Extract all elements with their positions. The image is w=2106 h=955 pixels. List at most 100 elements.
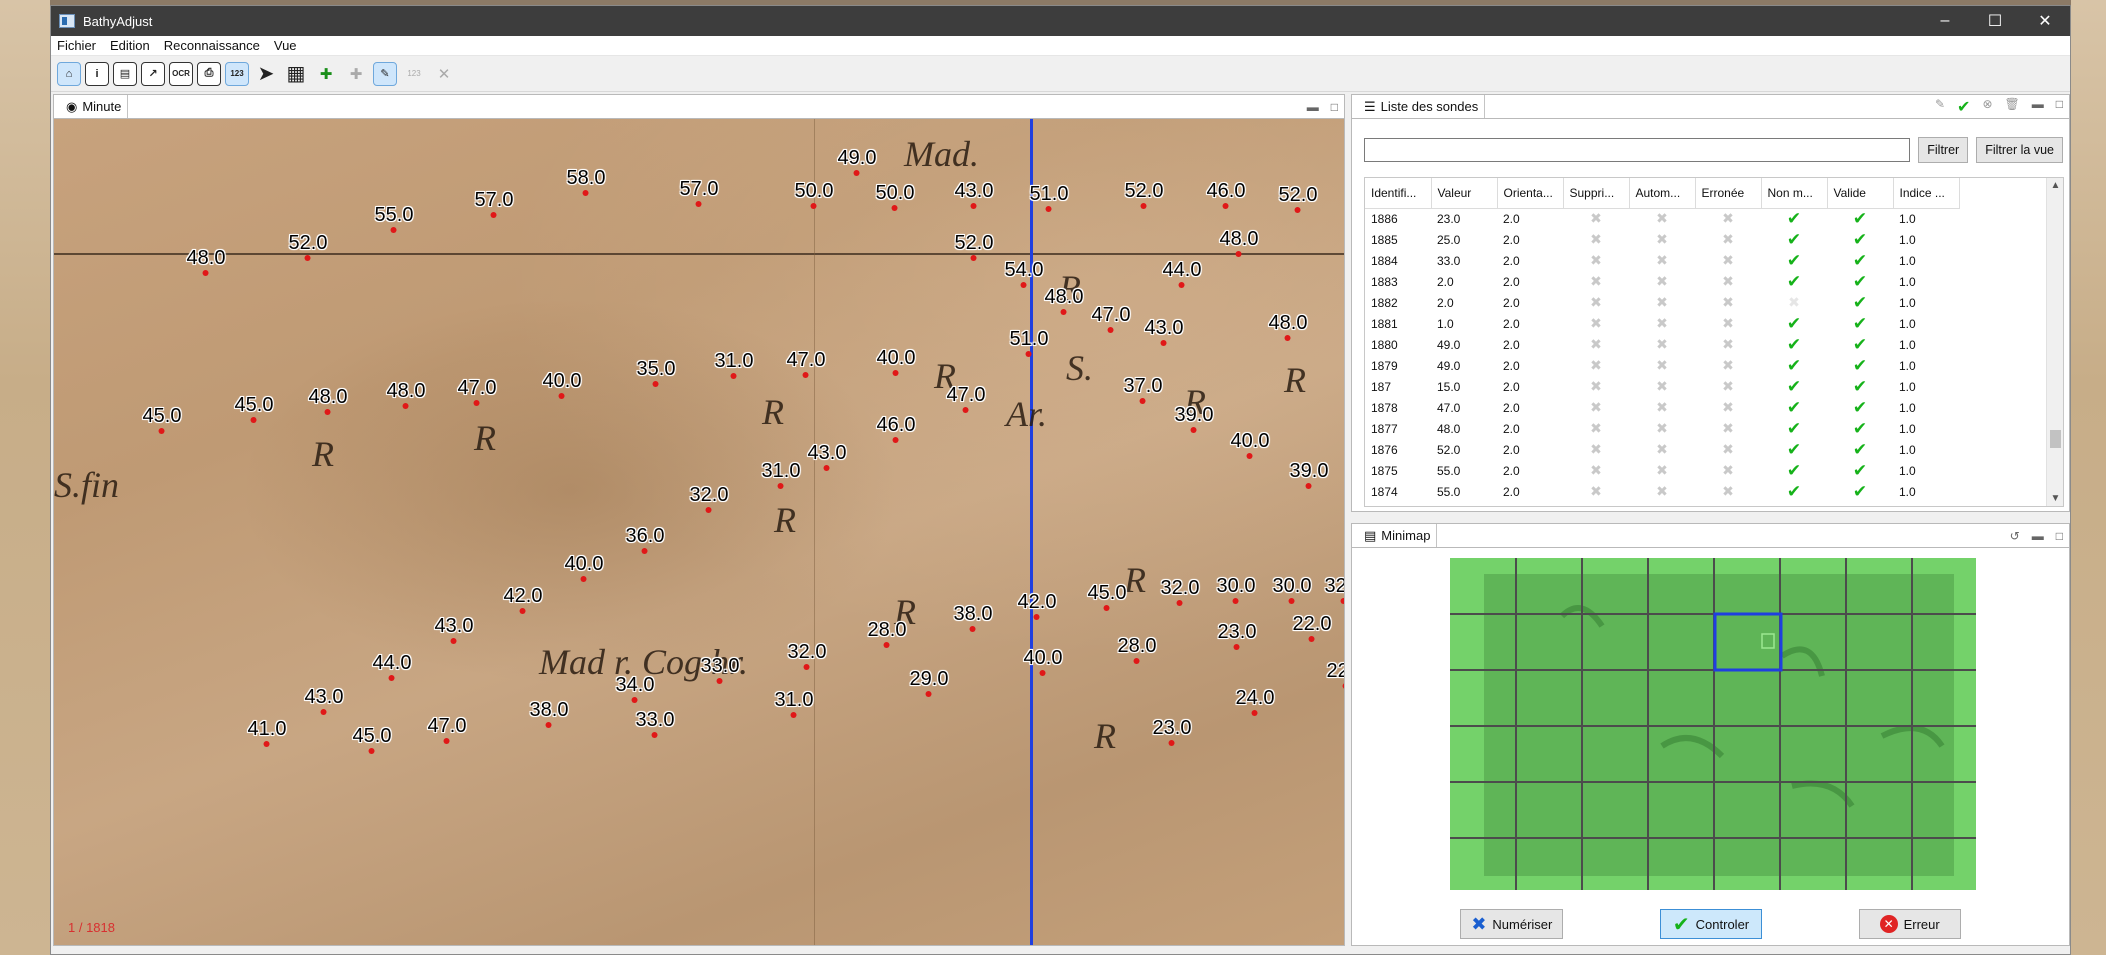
sounding-marker[interactable]: 39.0 [1175,405,1213,433]
sounding-marker[interactable]: 35.0 [637,359,675,387]
sounding-marker[interactable]: 45.0 [143,406,181,434]
sounding-marker[interactable]: 23.0 [1218,622,1256,650]
sounding-marker[interactable]: 32.0 [690,485,728,513]
maximize-button[interactable]: ☐ [1970,6,2020,36]
sounding-marker[interactable]: 42.0 [504,586,542,614]
column-header[interactable]: Valide [1827,178,1894,209]
sounding-marker[interactable]: 47.0 [1092,305,1130,333]
cancel-circle-icon[interactable]: ⊗ [1982,97,1992,117]
add-point-icon[interactable]: ✚ [313,61,339,87]
sounding-marker[interactable]: 31.0 [715,351,753,379]
sounding-marker[interactable]: 40.0 [543,371,581,399]
sounding-marker[interactable]: 23.0 [1153,718,1191,746]
table-row[interactable]: 1880 49.0 2.0 ✖ ✖ ✖ ✔ ✔ 1.0 [1365,334,1959,355]
column-header[interactable]: Autom... [1629,178,1696,209]
minimize-panel-icon[interactable]: ▬ [2032,97,2044,117]
sounding-marker[interactable]: 40.0 [1231,431,1269,459]
sounding-marker[interactable]: 51.0 [1010,329,1048,357]
rotate-icon[interactable]: ↺ [2010,529,2020,543]
export-icon[interactable]: ↗ [141,61,165,86]
control-button[interactable]: ✔ Controler [1660,909,1763,939]
sounding-marker[interactable]: 32.0 [788,642,826,670]
cancel-icon[interactable]: ✕ [431,61,457,87]
sounding-marker[interactable]: 47.0 [428,716,466,744]
tab-minimap[interactable]: ▤ Minimap [1358,524,1438,547]
sounding-marker[interactable]: 55.0 [375,205,413,233]
sounding-marker[interactable]: 43.0 [435,616,473,644]
info-icon[interactable]: i [85,61,109,86]
sounding-marker[interactable]: 40.0 [565,554,603,582]
trash-icon[interactable]: 🗑 [2005,97,2020,117]
column-header[interactable]: Non m... [1761,178,1828,209]
sounding-marker[interactable]: 39.0 [1290,461,1328,489]
sounding-marker[interactable]: 52.0 [1125,181,1163,209]
scroll-down-icon[interactable]: ▼ [2047,493,2063,504]
sounding-marker[interactable]: 44.0 [373,653,411,681]
sounding-marker[interactable]: 45.0 [1088,583,1126,611]
sounding-marker[interactable]: 42.0 [1018,592,1056,620]
table-row[interactable]: 187 15.0 2.0 ✖ ✖ ✖ ✔ ✔ 1.0 [1365,376,1959,397]
ocr-icon[interactable]: OCR [169,61,193,86]
sounding-marker[interactable]: 52.0 [289,233,327,261]
maximize-panel-icon[interactable]: □ [2056,529,2063,543]
remove-point-icon[interactable]: ✚ [343,61,369,87]
menu-fichier[interactable]: Fichier [57,38,96,53]
sounding-marker[interactable]: 31.0 [775,690,813,718]
home-icon[interactable]: ⌂ [57,61,81,86]
column-header[interactable]: Identifi... [1365,178,1432,209]
pencil-icon[interactable]: ✎ [1935,97,1945,117]
table-row[interactable]: 1879 49.0 2.0 ✖ ✖ ✖ ✔ ✔ 1.0 [1365,355,1959,376]
sounding-marker[interactable]: 45.0 [353,726,391,754]
close-button[interactable]: ✕ [2020,6,2070,36]
sounding-marker[interactable]: 57.0 [680,179,718,207]
sounding-marker[interactable]: 48.0 [187,248,225,276]
sounding-marker[interactable]: 29.0 [910,669,948,697]
sounding-marker[interactable]: 57.0 [475,190,513,218]
table-row[interactable]: 1881 1.0 2.0 ✖ ✖ ✖ ✔ ✔ 1.0 [1365,313,1959,334]
map-cursor-line[interactable] [1030,119,1033,945]
number-toggle-icon[interactable]: 123 [401,61,427,87]
filter-view-button[interactable]: Filtrer la vue [1976,137,2063,163]
table-row[interactable]: 1878 47.0 2.0 ✖ ✖ ✖ ✔ ✔ 1.0 [1365,397,1959,418]
sounding-marker[interactable]: 41.0 [248,719,286,747]
sounding-marker[interactable]: 33.0 [701,656,739,684]
sounding-marker[interactable]: 33.0 [636,710,674,738]
sounding-marker[interactable]: 48.0 [1045,287,1083,315]
map-icon[interactable]: ▤ [113,61,137,86]
error-button[interactable]: ✕ Erreur [1858,909,1961,939]
sounding-marker[interactable]: 54.0 [1005,260,1043,288]
maximize-panel-icon[interactable]: □ [2056,97,2063,117]
grid-icon[interactable]: ▦ [283,61,309,87]
table-row[interactable]: 187358.02.0 ✖ ✖ ✖ ✔ ✔ 1.0 [1365,502,1959,506]
table-row[interactable]: 1884 33.0 2.0 ✖ ✖ ✖ ✔ ✔ 1.0 [1365,250,1959,271]
menu-vue[interactable]: Vue [274,38,297,53]
menu-reconnaissance[interactable]: Reconnaissance [164,38,260,53]
table-row[interactable]: 1877 48.0 2.0 ✖ ✖ ✖ ✔ ✔ 1.0 [1365,418,1959,439]
sounding-marker[interactable]: 49.0 [838,148,876,176]
minimize-button[interactable]: – [1920,6,1970,36]
minimize-panel-icon[interactable]: ▬ [2032,529,2044,543]
column-header[interactable]: Suppri... [1563,178,1630,209]
table-row[interactable]: 1874 55.0 2.0 ✖ ✖ ✖ ✔ ✔ 1.0 [1365,481,1959,502]
sounding-marker[interactable]: 38.0 [954,604,992,632]
sounding-marker[interactable]: 58.0 [567,168,605,196]
sounding-marker[interactable]: 31.0 [762,461,800,489]
sounding-marker[interactable]: 32.0 [1161,578,1199,606]
sounding-marker[interactable]: 52.0 [1279,185,1317,213]
sounding-marker[interactable]: 22.0 [1293,614,1331,642]
digitize-button[interactable]: ✖ Numériser [1460,909,1564,939]
tab-minute[interactable]: ◉ Minute [60,95,129,118]
sounding-marker[interactable]: 22.0 [1327,661,1344,689]
sounding-marker[interactable]: 40.0 [877,348,915,376]
sounding-marker[interactable]: 45.0 [235,395,273,423]
sounding-marker[interactable]: 36.0 [626,526,664,554]
number-select-icon[interactable]: 123 [225,61,249,86]
sounding-marker[interactable]: 40.0 [1024,648,1062,676]
minimize-panel-icon[interactable]: ▬ [1307,100,1319,114]
scroll-up-icon[interactable]: ▲ [2047,180,2063,191]
sounding-marker[interactable]: 48.0 [387,381,425,409]
sounding-marker[interactable]: 50.0 [876,183,914,211]
table-row[interactable]: 1875 55.0 2.0 ✖ ✖ ✖ ✔ ✔ 1.0 [1365,460,1959,481]
sounding-marker[interactable]: 46.0 [1207,181,1245,209]
table-row[interactable]: 1885 25.0 2.0 ✖ ✖ ✖ ✔ ✔ 1.0 [1365,229,1959,250]
